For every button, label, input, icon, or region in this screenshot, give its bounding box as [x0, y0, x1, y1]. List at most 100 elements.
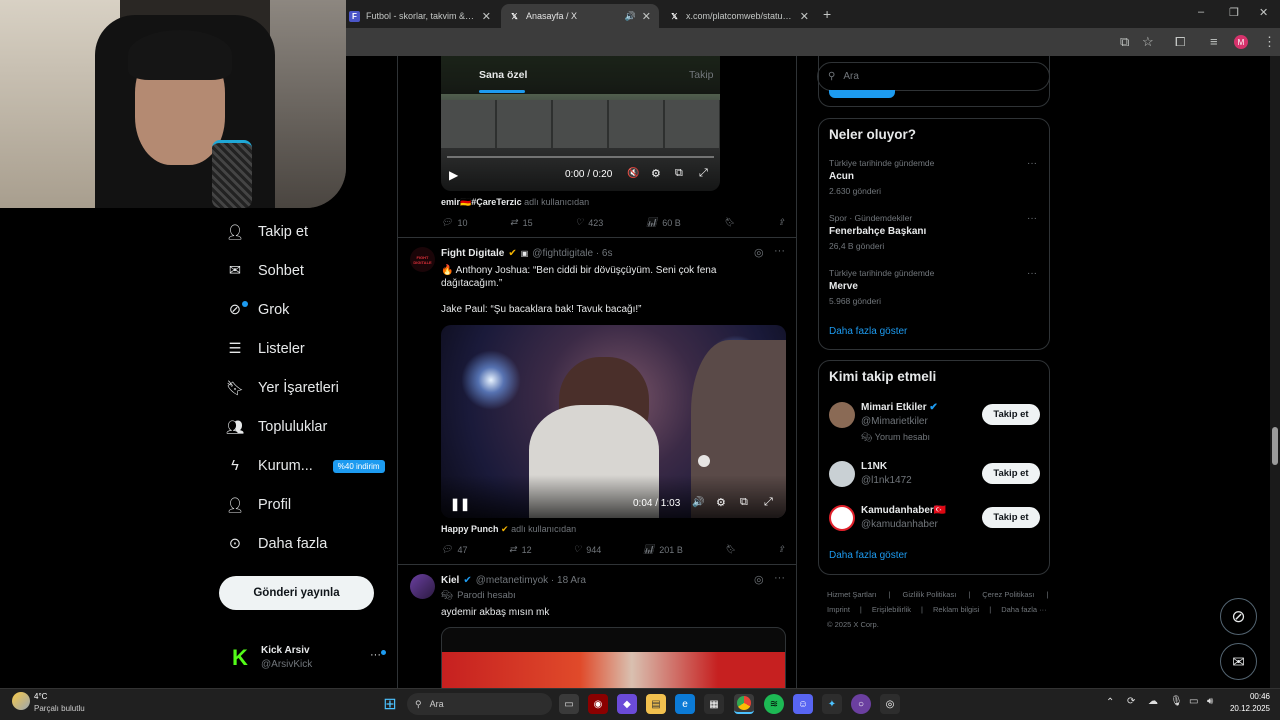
weather-desc[interactable]: Parçalı bulutlu: [34, 704, 85, 713]
grok-float-button[interactable]: ⊘: [1220, 598, 1257, 635]
obs-icon[interactable]: ◎: [880, 694, 900, 714]
follow-suggestion[interactable]: Mimari Etkiler ✔ @Mimarietkiler 🎭︎ Yorum…: [819, 399, 1049, 449]
clock-date[interactable]: 20.12.2025: [1225, 704, 1270, 713]
account-switcher[interactable]: K Kick Arsiv @ArsivKick ···: [219, 638, 389, 678]
discord-icon[interactable]: ☺: [793, 694, 813, 714]
tab-futbol[interactable]: F Futbol - skorlar, takvim & oran ✕: [341, 4, 499, 28]
author-handle[interactable]: @metanetimyok · 18 Ara: [476, 575, 586, 586]
author-handle[interactable]: @fightdigitale · 6s: [532, 248, 612, 259]
windows-start-icon[interactable]: ⊞: [380, 694, 400, 714]
trend-item[interactable]: Türkiye tarihinde gündemde Acun 2.630 gö…: [819, 155, 1049, 201]
tab-close-icon[interactable]: ✕: [482, 10, 491, 23]
tweet-2[interactable]: FIGHT DIGITALE Fight Digitale ✔ ▣ @fight…: [398, 238, 796, 565]
tab-close-icon[interactable]: ✕: [642, 10, 651, 23]
app-purple-icon[interactable]: ○: [851, 694, 871, 714]
file-explorer-icon[interactable]: ▤: [646, 694, 666, 714]
close-window-button[interactable]: ✕: [1259, 6, 1268, 19]
app-blue-icon[interactable]: ✦: [822, 694, 842, 714]
bookmark-star-icon[interactable]: ☆: [1142, 34, 1154, 50]
more-options-icon[interactable]: ···: [774, 245, 785, 257]
speaker-icon[interactable]: 🔊︎: [1207, 696, 1213, 707]
premium-button[interactable]: [829, 90, 895, 98]
tweet-3[interactable]: Kiel ✔ @metanetimyok · 18 Ara ◎ ··· 🎭︎ Pa…: [398, 565, 796, 688]
page-scrollbar[interactable]: [1270, 56, 1280, 688]
maximize-button[interactable]: ❐: [1229, 6, 1239, 19]
nav-follow[interactable]: 👤︎ Takip et: [226, 218, 308, 246]
nav-more[interactable]: ⊙ Daha fazla: [226, 530, 327, 558]
repost-button[interactable]: ⇄ 15: [510, 217, 533, 228]
trends-show-more-link[interactable]: Daha fazla göster: [829, 326, 907, 337]
more-options-icon[interactable]: ···: [774, 572, 785, 584]
extensions-icon[interactable]: ⧠: [1175, 34, 1185, 50]
avatar-kiel[interactable]: [410, 574, 435, 599]
mute-icon[interactable]: 🔇: [627, 168, 639, 179]
share-button[interactable]: ⇪: [777, 544, 785, 555]
chrome-icon[interactable]: [734, 694, 754, 714]
task-view-icon[interactable]: ▭: [559, 694, 579, 714]
account-more-icon[interactable]: ···: [370, 649, 381, 661]
footer-link[interactable]: Erişilebilirlik: [872, 602, 911, 617]
follow-suggestion[interactable]: L1NK @l1nk1472 Takip et: [819, 459, 1049, 499]
trend-item[interactable]: Spor · Gündemdekiler Fenerbahçe Başkanı …: [819, 210, 1049, 256]
display-icon[interactable]: ▭: [1189, 696, 1198, 707]
chevron-up-icon[interactable]: ⌃: [1106, 697, 1114, 708]
grok-icon[interactable]: ◎: [754, 573, 764, 586]
footer-link[interactable]: Daha fazla ···: [1001, 602, 1046, 617]
tweet-3-media[interactable]: [441, 627, 786, 688]
weather-temp[interactable]: 4°C: [34, 692, 47, 701]
trend-more-icon[interactable]: ···: [1027, 158, 1037, 169]
follow-button[interactable]: Takip et: [982, 463, 1040, 484]
nav-grok[interactable]: ⊘ Grok: [226, 296, 290, 324]
nav-profile[interactable]: 👤︎ Profil: [226, 491, 291, 519]
weather-icon[interactable]: [12, 692, 30, 710]
fullscreen-icon[interactable]: ⤢: [764, 496, 773, 509]
fullscreen-icon[interactable]: ⤢: [699, 167, 708, 180]
footer-link[interactable]: Imprint: [827, 602, 850, 617]
nav-business[interactable]: ϟ Kurum... %40 indirim: [226, 452, 385, 480]
grok-icon[interactable]: ◎: [754, 246, 764, 259]
pause-icon[interactable]: ❚❚: [450, 497, 470, 511]
profile-avatar[interactable]: M: [1234, 35, 1248, 49]
trend-more-icon[interactable]: ···: [1027, 213, 1037, 224]
settings-gear-icon[interactable]: ⚙: [716, 496, 726, 509]
taskbar-search[interactable]: ⚲ Ara: [407, 693, 552, 715]
footer-link[interactable]: Gizlilik Politikası: [903, 587, 957, 602]
nav-lists[interactable]: ☰ Listeler: [226, 335, 305, 363]
browser-menu-icon[interactable]: ⋮: [1263, 34, 1276, 50]
minimize-button[interactable]: –: [1198, 6, 1204, 18]
settings-gear-icon[interactable]: ⚙: [651, 167, 661, 180]
avatar-fight-digitale[interactable]: FIGHT DIGITALE: [410, 247, 435, 272]
video-progress-bar[interactable]: [447, 156, 714, 158]
tab-takip[interactable]: Takip: [689, 69, 714, 81]
footer-link[interactable]: Hizmet Şartları: [827, 587, 877, 602]
tab-sana-ozel[interactable]: Sana özel: [479, 69, 527, 81]
share-button[interactable]: ⇪: [777, 217, 785, 228]
tab-status[interactable]: 𝕏 x.com/platcomweb/status/2002 ✕: [661, 4, 817, 28]
views-button[interactable]: 📊︎ 60 B: [646, 217, 681, 228]
app-copilot-icon[interactable]: ◆: [617, 694, 637, 714]
caption-user[interactable]: emir🇩🇪#ÇareTerzic: [441, 197, 522, 207]
author-name[interactable]: Fight Digitale: [441, 248, 504, 259]
picture-in-picture-icon[interactable]: ⧉: [740, 496, 748, 509]
tab-anasayfa-x[interactable]: 𝕏 Anasayfa / X 🔊 ✕: [501, 4, 659, 28]
views-button[interactable]: 📊︎ 201 B: [643, 544, 683, 555]
follow-suggestion[interactable]: Kamudanhaber🇹🇷 @kamudanhaber Takip et: [819, 503, 1049, 543]
footer-link[interactable]: Reklam bilgisi: [933, 602, 979, 617]
nav-chat[interactable]: ✉ Sohbet: [226, 257, 304, 285]
play-icon[interactable]: ▶: [449, 168, 458, 182]
app-red-icon[interactable]: ◉: [588, 694, 608, 714]
post-button[interactable]: Gönderi yayınla: [219, 576, 374, 610]
media-control-icon[interactable]: ≡: [1210, 34, 1218, 49]
edge-browser-icon[interactable]: e: [675, 694, 695, 714]
messages-float-button[interactable]: ✉: [1220, 643, 1257, 680]
nav-communities[interactable]: 👥︎ Topluluklar: [226, 413, 328, 441]
picture-in-picture-icon[interactable]: ⧉: [675, 167, 683, 180]
like-button[interactable]: ♡ 423: [575, 217, 603, 228]
repost-button[interactable]: ⇄ 12: [509, 544, 532, 555]
sync-icon[interactable]: ⟳: [1127, 696, 1135, 707]
tab-audio-icon[interactable]: 🔊: [625, 11, 636, 22]
bookmark-button[interactable]: 🔖︎: [723, 217, 734, 228]
follow-button[interactable]: Takip et: [982, 507, 1040, 528]
volume-icon[interactable]: 🔊: [692, 497, 704, 508]
trend-more-icon[interactable]: ···: [1027, 268, 1037, 279]
